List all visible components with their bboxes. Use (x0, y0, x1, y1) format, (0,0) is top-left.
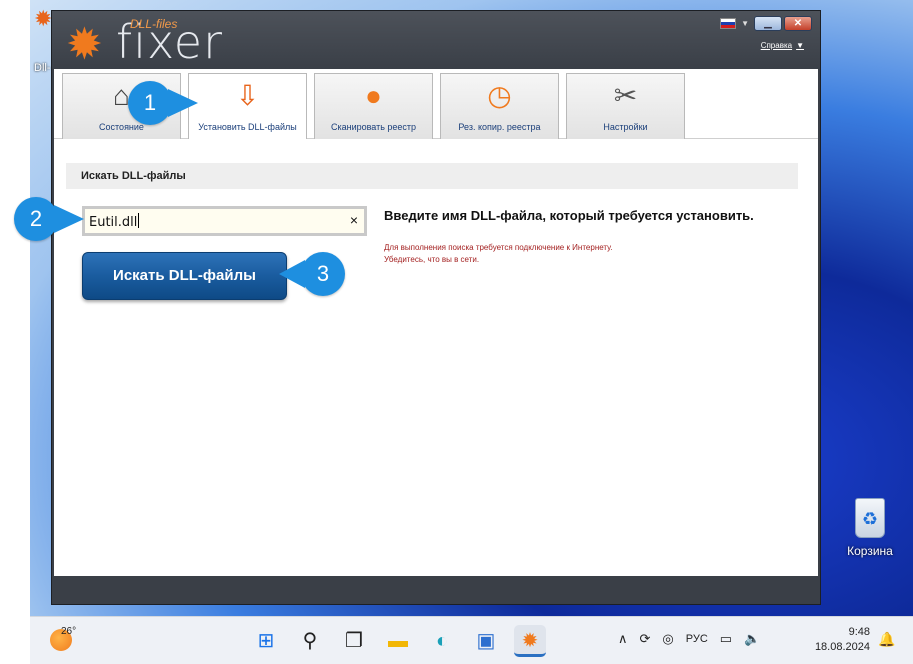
main-content: Искать DLL-файлы Eutil.dll × Искать DLL-… (54, 139, 818, 576)
clock-time: 9:48 (848, 626, 870, 638)
tab-label: Состояние (99, 122, 144, 132)
help-menu[interactable]: Справка ▼ (757, 39, 804, 51)
chevron-down-icon[interactable]: ▼ (741, 19, 749, 28)
chevron-down-icon: ▼ (796, 41, 804, 50)
clock[interactable]: 9:48 18.08.2024 (812, 625, 870, 655)
chevron-up-icon[interactable]: ∧ (618, 631, 628, 647)
language-indicator[interactable]: РУС (686, 633, 708, 645)
search-input-value: Eutil.dll (89, 215, 138, 230)
file-explorer-icon[interactable]: ▬ (382, 625, 414, 657)
desktop-icon-label: Dll- (34, 62, 51, 74)
logo-subtext: DLL-files (130, 17, 178, 31)
callout-3: 3 (279, 252, 345, 296)
notification-bell-icon[interactable]: 🔔 (878, 631, 895, 648)
taskbar-pinned: ⊞ ⚲ ❐ ▬ ◐ ▣ ✹ (250, 625, 546, 657)
store-icon[interactable]: ▣ (470, 625, 502, 657)
display-icon[interactable]: ▭ (720, 631, 732, 647)
callout-1: 1 (128, 81, 198, 125)
volume-icon[interactable]: 🔈 (744, 631, 760, 647)
title-bar[interactable]: ✹ fixer DLL-files ▼ ▁ ✕ Справка ▼ (52, 11, 820, 69)
callout-number: 2 (29, 206, 43, 231)
app-logo: ✹ fixer DLL-files (66, 15, 222, 69)
network-icon[interactable]: ◎ (662, 631, 673, 647)
recycle-bin-icon: ♻ (855, 498, 885, 538)
tools-icon: ✂ (613, 80, 638, 111)
clock-date: 18.08.2024 (814, 641, 870, 653)
help-label: Справка (760, 41, 793, 50)
windows-start-icon[interactable]: ⊞ (250, 625, 282, 657)
callout-2: 2 (14, 197, 84, 241)
task-view-icon[interactable]: ❐ (338, 625, 370, 657)
magnifier-icon: ● (365, 80, 382, 111)
section-title: Искать DLL-файлы (66, 163, 798, 189)
tab-install-dll[interactable]: ⇩ Установить DLL-файлы (188, 73, 307, 140)
callout-number: 1 (143, 90, 157, 115)
recycle-bin-label: Корзина (847, 544, 893, 558)
close-button[interactable]: ✕ (784, 15, 812, 31)
callout-pointer (54, 205, 84, 233)
search-dll-button[interactable]: Искать DLL-файлы (82, 252, 287, 300)
tab-registry-backup[interactable]: ◷ Рез. копир. реестра (440, 73, 559, 139)
backup-clock-icon: ◷ (487, 80, 512, 111)
tab-settings[interactable]: ✂ Настройки (566, 73, 685, 139)
sync-icon[interactable]: ⟳ (640, 631, 651, 647)
search-icon[interactable]: ⚲ (294, 625, 326, 657)
internet-note: Для выполнения поиска требуется подключе… (384, 242, 613, 266)
tab-scan-registry[interactable]: ● Сканировать реестр (314, 73, 433, 139)
desktop-left-strip (0, 0, 30, 616)
desktop-icon-recycle-bin[interactable]: ♻ Корзина (842, 498, 898, 558)
instruction-text: Введите имя DLL-файла, который требуется… (384, 208, 754, 223)
callout-pointer (168, 89, 198, 117)
tab-label: Сканировать реестр (330, 122, 417, 132)
callout-pointer (279, 260, 305, 288)
window-bottom-border (54, 576, 818, 603)
install-download-icon: ⇩ (235, 80, 260, 111)
system-tray: ∧ ⟳ ◎ РУС ▭ 🔈 (618, 631, 760, 647)
weather-temperature: 26° (61, 626, 77, 637)
tab-label: Рез. копир. реестра (458, 122, 541, 132)
tab-label: Установить DLL-файлы (198, 122, 297, 132)
tab-label: Настройки (603, 122, 648, 132)
window-controls: ▼ ▁ ✕ (720, 15, 812, 31)
minimize-button[interactable]: ▁ (754, 15, 782, 31)
logo-gear-icon: ✹ (66, 20, 103, 69)
edge-browser-icon[interactable]: ◐ (426, 625, 458, 657)
note-line-2: Убедитесь, что вы в сети. (384, 255, 480, 264)
dll-fixer-icon[interactable]: ✹ (514, 625, 546, 657)
note-line-1: Для выполнения поиска требуется подключе… (384, 243, 613, 252)
language-flag-icon[interactable] (720, 17, 737, 29)
clear-icon[interactable]: × (350, 212, 358, 228)
taskbar: 26° ⊞ ⚲ ❐ ▬ ◐ ▣ ✹ ∧ ⟳ ◎ РУС ▭ 🔈 9:48 18.… (30, 616, 913, 664)
dll-search-input[interactable]: Eutil.dll × (82, 206, 367, 236)
callout-number: 3 (316, 261, 330, 286)
